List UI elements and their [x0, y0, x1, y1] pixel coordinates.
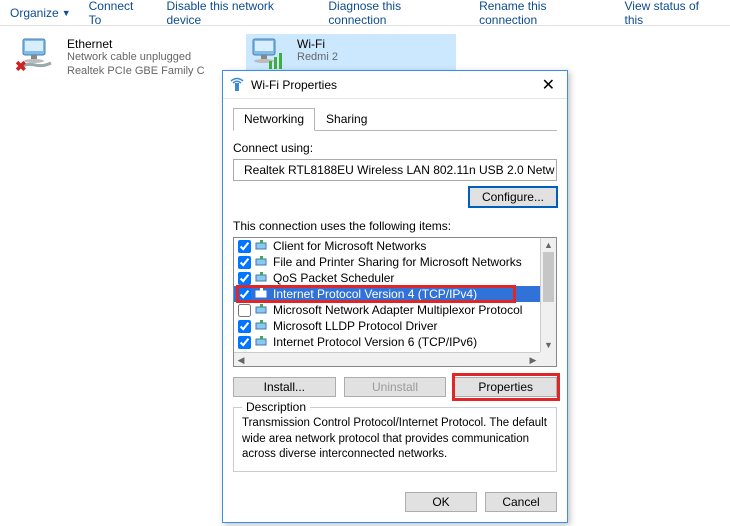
protocol-row[interactable]: Internet Protocol Version 6 (TCP/IPv6)	[234, 334, 540, 350]
menu-connect-to[interactable]: Connect To	[89, 0, 149, 27]
description-text: Transmission Control Protocol/Internet P…	[242, 416, 548, 463]
protocol-label: Microsoft LLDP Protocol Driver	[273, 319, 438, 333]
protocol-row[interactable]: QoS Packet Scheduler	[234, 270, 540, 286]
scroll-left-icon[interactable]: ◀	[234, 353, 248, 366]
protocol-row[interactable]: Client for Microsoft Networks	[234, 238, 540, 254]
protocol-checkbox[interactable]	[238, 272, 251, 285]
configure-button[interactable]: Configure...	[469, 187, 557, 207]
tab-sharing[interactable]: Sharing	[315, 108, 378, 131]
protocol-label: File and Printer Sharing for Microsoft N…	[273, 255, 522, 269]
protocol-icon	[255, 319, 269, 334]
ethernet-icon: ✖	[19, 37, 59, 73]
wifi-properties-icon	[229, 77, 245, 93]
dialog-title: Wi-Fi Properties	[251, 78, 536, 92]
protocol-icon	[255, 255, 269, 270]
protocol-checkbox[interactable]	[238, 288, 251, 301]
adapter-text: Wi-Fi Redmi 2	[297, 37, 338, 65]
protocol-icon	[255, 287, 269, 302]
description-group: Description Transmission Control Protoco…	[233, 407, 557, 472]
scroll-up-icon[interactable]: ▲	[541, 238, 556, 252]
protocol-row[interactable]: Microsoft LLDP Protocol Driver	[234, 318, 540, 334]
menu-disable-device[interactable]: Disable this network device	[167, 0, 311, 27]
adapter-ethernet[interactable]: ✖ Ethernet Network cable unplugged Realt…	[16, 34, 226, 82]
menu-organize[interactable]: Organize ▼	[10, 6, 71, 20]
protocol-row[interactable]: File and Printer Sharing for Microsoft N…	[234, 254, 540, 270]
protocol-row[interactable]: Internet Protocol Version 4 (TCP/IPv4)	[234, 286, 540, 302]
disconnected-x-icon: ✖	[15, 58, 27, 75]
menu-label: Organize	[10, 6, 59, 20]
description-label: Description	[242, 400, 310, 414]
adapter-driver: Realtek PCIe GBE Family C	[67, 65, 205, 79]
adapter-status: Redmi 2	[297, 51, 338, 65]
protocol-icon	[255, 271, 269, 286]
protocol-icon	[255, 303, 269, 318]
titlebar: Wi-Fi Properties ✕	[223, 71, 567, 99]
adapter-text: Ethernet Network cable unplugged Realtek…	[67, 37, 205, 79]
tab-networking[interactable]: Networking	[233, 108, 315, 131]
adapter-title: Wi-Fi	[297, 37, 338, 51]
items-label: This connection uses the following items…	[233, 219, 557, 233]
menu-diagnose[interactable]: Diagnose this connection	[328, 0, 461, 27]
protocol-label: Internet Protocol Version 4 (TCP/IPv4)	[273, 287, 477, 301]
adapter-status: Network cable unplugged	[67, 51, 205, 65]
adapter-name-text: Realtek RTL8188EU Wireless LAN 802.11n U…	[244, 163, 554, 177]
protocol-checkbox[interactable]	[238, 304, 251, 317]
protocol-checkbox[interactable]	[238, 336, 251, 349]
install-button[interactable]: Install...	[233, 377, 336, 397]
protocol-label: QoS Packet Scheduler	[273, 271, 394, 285]
horizontal-scrollbar[interactable]: ◀ ▶	[234, 352, 540, 366]
protocol-label: Client for Microsoft Networks	[273, 239, 426, 253]
scroll-down-icon[interactable]: ▼	[541, 338, 556, 352]
protocol-icon	[255, 239, 269, 254]
toolbar: Organize ▼ Connect To Disable this netwo…	[0, 0, 730, 26]
menu-view-status[interactable]: View status of this	[625, 0, 721, 27]
tabstrip: Networking Sharing	[233, 107, 557, 131]
adapter-name-box[interactable]: Realtek RTL8188EU Wireless LAN 802.11n U…	[233, 159, 557, 181]
properties-button[interactable]: Properties	[454, 377, 557, 397]
adapter-title: Ethernet	[67, 37, 205, 51]
protocol-icon	[255, 335, 269, 350]
ok-button[interactable]: OK	[405, 492, 477, 512]
close-button[interactable]: ✕	[536, 75, 561, 95]
wifi-properties-dialog: Wi-Fi Properties ✕ Networking Sharing Co…	[222, 70, 568, 523]
protocol-list: Client for Microsoft Networks File and Pr…	[233, 237, 557, 367]
protocol-checkbox[interactable]	[238, 256, 251, 269]
protocol-checkbox[interactable]	[238, 320, 251, 333]
protocol-checkbox[interactable]	[238, 240, 251, 253]
protocol-label: Internet Protocol Version 6 (TCP/IPv6)	[273, 335, 477, 349]
menu-rename[interactable]: Rename this connection	[479, 0, 606, 27]
cancel-button[interactable]: Cancel	[485, 492, 557, 512]
protocol-label: Microsoft Network Adapter Multiplexor Pr…	[273, 303, 522, 317]
scroll-thumb[interactable]	[543, 252, 554, 302]
vertical-scrollbar[interactable]: ▲ ▼	[540, 238, 556, 352]
protocol-row[interactable]: Microsoft Network Adapter Multiplexor Pr…	[234, 302, 540, 318]
wifi-icon	[249, 37, 289, 73]
scroll-right-icon[interactable]: ▶	[526, 353, 540, 366]
connect-using-label: Connect using:	[233, 141, 557, 155]
chevron-down-icon: ▼	[62, 8, 71, 18]
uninstall-button: Uninstall	[344, 377, 447, 397]
